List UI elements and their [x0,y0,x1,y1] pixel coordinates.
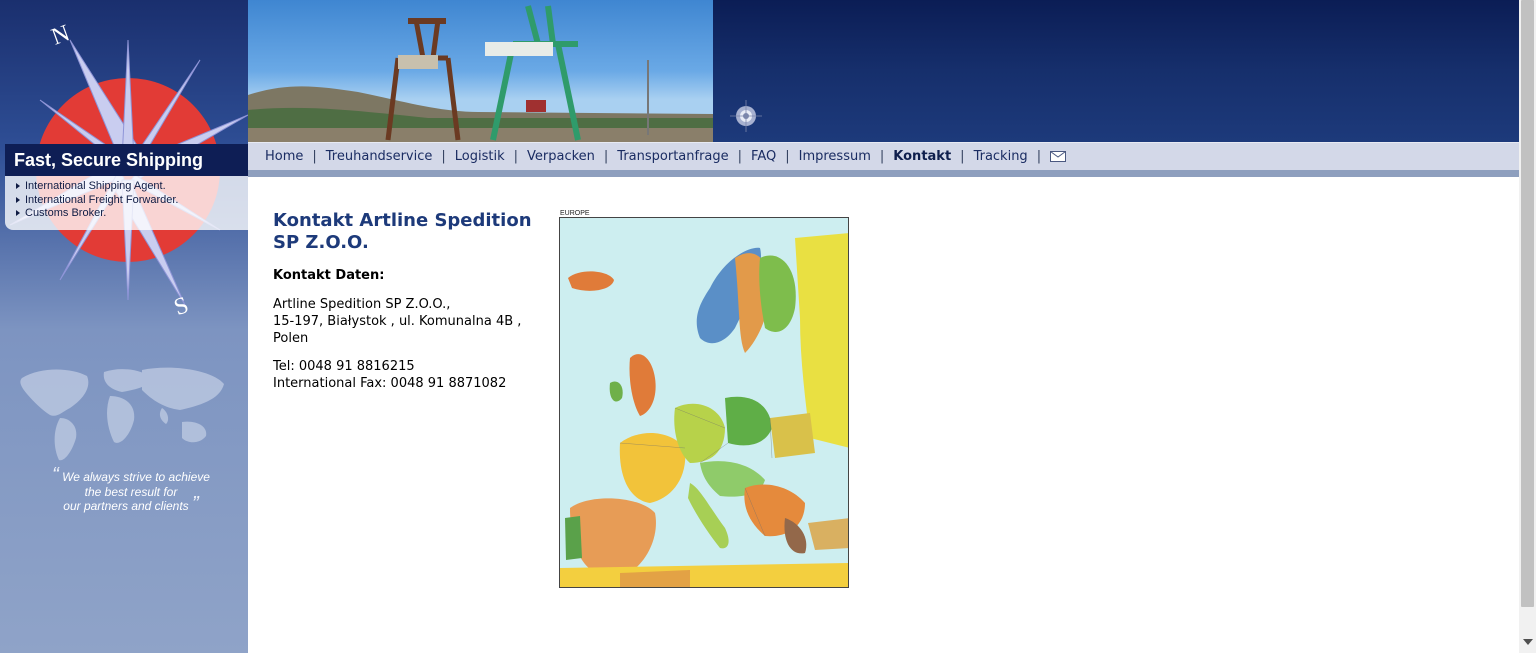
nav-impressum[interactable]: Impressum [799,149,871,164]
nav-separator: | [603,149,609,164]
map-caption: EUROPE [560,210,590,217]
mail-icon [1050,151,1067,162]
phone-block: Tel: 0048 91 8816215 International Fax: … [273,358,543,392]
service-item: International Freight Forwarder. [5,194,248,208]
address-line: Artline Spedition SP Z.O.O., [273,297,451,312]
header-port-photo [248,0,713,142]
nav-faq[interactable]: FAQ [751,149,776,164]
nav-separator: | [1036,149,1042,164]
page-title: Kontakt Artline Spedition SP Z.O.O. [273,210,532,253]
brand-banner: Fast, Secure Shipping [5,144,248,176]
services-list: International Shipping Agent. Internatio… [5,176,248,230]
scroll-down-arrow-icon[interactable] [1523,639,1533,645]
main-content: Kontakt Artline Spedition SP Z.O.O. Kont… [273,210,543,403]
phone-number: Tel: 0048 91 8816215 [273,359,415,374]
brand-title: Fast, Secure Shipping [14,150,204,170]
address-line: Polen [273,331,309,346]
nav-separator: | [960,149,965,164]
mail-link[interactable] [1050,149,1067,164]
nav-separator: | [785,149,790,164]
contact-heading: Kontakt Daten: [273,268,385,283]
sidebar: N S Fast, Secure Shipping International … [0,0,248,653]
europe-map-image [559,217,849,588]
nav-treuhandservice[interactable]: Treuhandservice [326,149,433,164]
address-line: 15-197, Białystok , ul. Komunalna 4B , [273,314,522,329]
nav-separator: | [441,149,446,164]
svg-text:S: S [171,292,192,321]
nav-separator: | [312,149,317,164]
nav-stripe [248,170,1519,177]
nav-separator: | [737,149,743,164]
nav-transportanfrage[interactable]: Transportanfrage [617,149,728,164]
fax-number: International Fax: 0048 91 8871082 [273,376,507,391]
small-compass-icon [730,100,762,132]
europe-political-map [560,218,848,587]
address-block: Artline Spedition SP Z.O.O., 15-197, Bia… [273,296,543,347]
nav-logistik[interactable]: Logistik [455,149,505,164]
slogan-line: We always strive to achieve [62,470,210,484]
slogan-line: our partners and clients [63,499,189,513]
slogan: “ We always strive to achieve the best r… [36,465,226,515]
world-map-icon [20,367,224,461]
open-quote-icon: “ [52,464,59,486]
close-quote-icon: ” [192,493,199,515]
nav-separator: | [879,149,885,164]
main-nav: Home | Treuhandservice | Logistik | Verp… [248,142,1519,170]
nav-verpacken[interactable]: Verpacken [527,149,595,164]
scrollbar-thumb[interactable] [1521,0,1534,607]
nav-kontakt[interactable]: Kontakt [893,149,951,164]
service-item: International Shipping Agent. [5,180,248,194]
header-banner [713,0,1519,142]
nav-items: Home | Treuhandservice | Logistik | Verp… [265,149,1067,164]
nav-tracking[interactable]: Tracking [974,149,1028,164]
nav-home[interactable]: Home [265,149,303,164]
svg-text:N: N [48,20,73,50]
service-item: Customs Broker. [5,207,248,221]
port-cranes-image [248,5,713,142]
nav-separator: | [513,149,518,164]
